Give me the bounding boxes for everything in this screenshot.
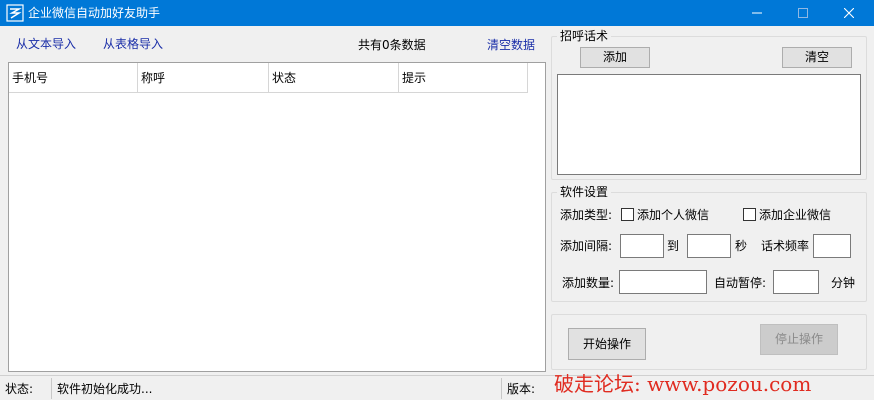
clear-data-link[interactable]: 清空数据 — [487, 37, 535, 53]
column-header-name[interactable]: 称呼 — [138, 63, 269, 93]
add-greeting-button[interactable]: 添加 — [580, 47, 650, 68]
minimize-button[interactable] — [734, 0, 780, 26]
quantity-input[interactable] — [619, 270, 707, 294]
personal-wechat-checkbox[interactable] — [621, 208, 634, 221]
interval-to-input[interactable] — [687, 234, 731, 258]
app-logo-icon — [6, 4, 24, 22]
data-list[interactable]: 手机号 称呼 状态 提示 — [8, 62, 546, 372]
title-bar: 企业微信自动加好友助手 — [0, 0, 874, 26]
status-separator — [51, 378, 52, 399]
interval-to-label: 到 — [667, 239, 680, 253]
settings-group-title: 软件设置 — [557, 185, 612, 199]
maximize-button[interactable] — [780, 0, 826, 26]
enterprise-wechat-label[interactable]: 添加企业微信 — [759, 207, 831, 223]
auto-pause-label: 自动暂停: — [714, 276, 767, 290]
close-icon — [844, 8, 854, 18]
import-from-table-link[interactable]: 从表格导入 — [103, 36, 163, 52]
window-title: 企业微信自动加好友助手 — [28, 6, 161, 20]
enterprise-wechat-checkbox[interactable] — [743, 208, 756, 221]
record-count: 共有0条数据 — [358, 38, 426, 52]
status-text: 软件初始化成功... — [57, 382, 153, 396]
minutes-unit: 分钟 — [831, 276, 856, 290]
personal-wechat-label[interactable]: 添加个人微信 — [637, 207, 709, 223]
clear-greeting-button[interactable]: 清空 — [782, 47, 852, 68]
maximize-icon — [798, 8, 808, 18]
column-header-status[interactable]: 状态 — [269, 63, 399, 93]
version-separator — [501, 378, 502, 399]
seconds-unit: 秒 — [735, 239, 748, 253]
interval-from-input[interactable] — [620, 234, 664, 258]
column-header-phone[interactable]: 手机号 — [9, 63, 138, 93]
list-header: 手机号 称呼 状态 提示 — [9, 63, 528, 93]
status-label: 状态: — [5, 382, 34, 396]
column-header-tip[interactable]: 提示 — [399, 63, 528, 93]
freq-label: 话术频率 — [761, 239, 810, 253]
start-button[interactable]: 开始操作 — [568, 328, 646, 360]
import-from-text-link[interactable]: 从文本导入 — [16, 36, 76, 52]
greeting-group-title: 招呼话术 — [557, 29, 612, 43]
add-type-label: 添加类型: — [560, 208, 613, 222]
greeting-textarea[interactable] — [557, 74, 861, 175]
auto-pause-input[interactable] — [773, 270, 819, 294]
close-button[interactable] — [826, 0, 872, 26]
freq-input[interactable] — [813, 234, 851, 258]
forum-watermark: 破走论坛: www.pozou.com — [554, 372, 812, 396]
add-quantity-label: 添加数量: — [562, 276, 615, 290]
add-interval-label: 添加间隔: — [560, 239, 613, 253]
minimize-icon — [752, 12, 762, 14]
version-label: 版本: — [507, 382, 536, 396]
stop-button[interactable]: 停止操作 — [760, 324, 838, 355]
